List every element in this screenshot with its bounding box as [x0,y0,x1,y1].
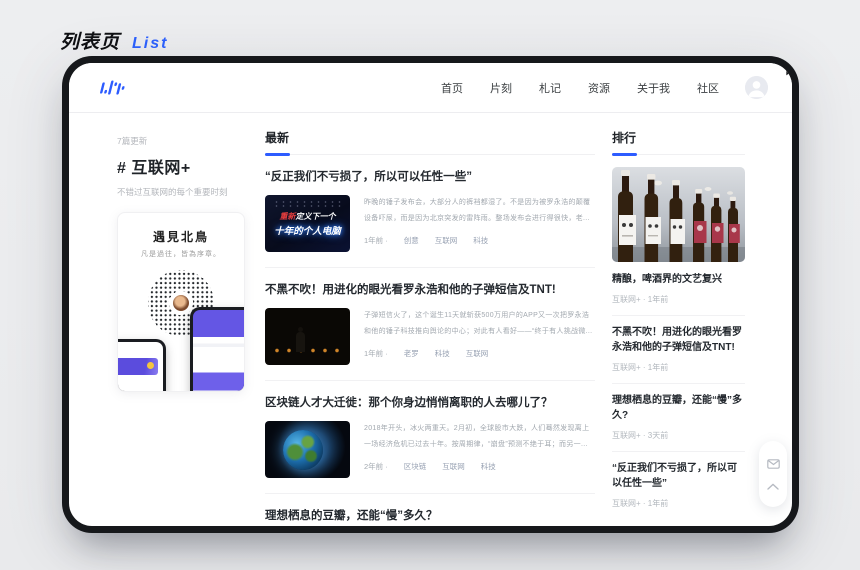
article-title[interactable]: 理想栖息的豆瓣，还能“慢”多久？ [265,507,595,523]
nav-item-community[interactable]: 社区 [697,80,719,96]
rank-item-title[interactable]: “反正我们不亏损了，所以可以任性一些” [612,461,745,492]
ranking-heading: 排行 [612,129,745,155]
article-item[interactable]: 理想栖息的豆瓣，还能“慢”多久？ 现如今小而美的应用不多了，网易云音乐算一个，豆… [265,494,595,526]
article-thumbnail[interactable] [265,308,350,365]
nav-item-home[interactable]: 首页 [441,80,463,96]
user-avatar[interactable] [745,76,768,99]
phone-mockup-right [190,307,245,392]
latest-heading: 最新 [265,129,595,155]
article-item[interactable]: 不黑不吹！用进化的眼光看罗永浩和他的子弹短信及TNT! 子弹短信火了，这个诞生1… [265,268,595,381]
webpage: 首页 片刻 札记 资源 关于我 社区 [69,63,792,526]
rank-item[interactable]: 精酿，啤酒界的文艺复兴 互联网+ · 1年前 [612,155,745,316]
article-tag[interactable]: 科技 [481,461,496,472]
rank-item[interactable]: 不黑不吹！用进化的眼光看罗永浩和他的子弹短信及TNT! 互联网+ · 1年前 [612,316,745,384]
article-tag[interactable]: 科技 [435,348,450,359]
rank-item-title[interactable]: 精酿，啤酒界的文艺复兴 [612,272,745,288]
article-thumbnail[interactable]: 重新定义下一个 十年的个人电脑 [265,195,350,252]
promo-card-subtitle: 凡是過往，皆為序章。 [118,249,244,259]
thumb-text-accent: 重新 [280,212,296,221]
article-meta: 2年前 · 区块链 互联网 科技 [364,461,595,472]
mail-icon[interactable] [767,459,780,469]
page-title: 列表页 List [60,27,168,54]
article-item[interactable]: 区块链人才大迁徙：那个你身边悄悄离职的人去哪儿了？ 2018年开头，冰火两重天。… [265,381,595,494]
topic-update-count: 7篇更新 [117,135,245,147]
rank-item-title[interactable]: 理想栖息的豆瓣，还能“慢”多久? [612,393,745,424]
article-tag[interactable]: 互联网 [442,461,465,472]
main-nav: 首页 片刻 札记 资源 关于我 社区 [441,80,719,96]
rank-item-meta: 互联网+ · 1年前 [612,362,745,373]
article-title[interactable]: “反正我们不亏损了，所以可以任性一些” [265,168,595,184]
latest-column: 最新 “反正我们不亏损了，所以可以任性一些” 重新定义下一个 十年的个人电脑 昨… [265,129,595,526]
article-time: 2年前 · [364,461,388,472]
article-tag[interactable]: 科技 [473,235,488,246]
rank-item-meta: 互联网+ · 3天前 [612,430,745,441]
ranking-accent-bar [612,153,637,156]
thumb-text-line2: 十年的个人电脑 [274,223,341,237]
chevron-up-icon[interactable] [767,483,779,490]
site-header: 首页 片刻 札记 资源 关于我 社区 [69,63,792,113]
page-title-zh: 列表页 [60,27,120,54]
article-tag[interactable]: 老罗 [404,348,419,359]
rank-item[interactable]: 理想栖息的豆瓣，还能“慢”多久? 互联网+ · 3天前 [612,384,745,452]
article-title[interactable]: 不黑不吹！用进化的眼光看罗永浩和他的子弹短信及TNT! [265,281,595,297]
qr-center-avatar [172,294,190,312]
wechat-promo-card[interactable]: 遇見北鳥 凡是過往，皆為序章。 [117,212,245,392]
nav-item-notes[interactable]: 札记 [539,80,561,96]
ranking-heading-text: 排行 [612,129,745,146]
phone-mockup-left [117,339,166,392]
browser-frame: 首页 片刻 札记 资源 关于我 社区 [62,56,799,533]
thumb-text: 定义下一个 [296,212,336,221]
latest-accent-bar [265,153,290,156]
nav-item-resources[interactable]: 资源 [588,80,610,96]
article-meta: 1年前 · 创意 互联网 科技 [364,235,595,246]
topic-subtitle: 不错过互联网的每个重要时刻 [117,186,245,200]
article-tag[interactable]: 互联网 [435,235,458,246]
page-title-en: List [132,35,168,53]
article-item[interactable]: “反正我们不亏损了，所以可以任性一些” 重新定义下一个 十年的个人电脑 昨晚的锤… [265,155,595,268]
rank-item-title[interactable]: 不黑不吹！用进化的眼光看罗永浩和他的子弹短信及TNT! [612,325,745,356]
article-tag[interactable]: 创意 [404,235,419,246]
waveform-logo-icon[interactable] [96,78,128,98]
article-title[interactable]: 区块链人才大迁徙：那个你身边悄悄离职的人去哪儿了？ [265,394,595,410]
article-time: 1年前 · [364,348,388,359]
rank-item[interactable]: “反正我们不亏损了，所以可以任性一些” 互联网+ · 1年前 [612,452,745,519]
article-excerpt: 2018年开头，冰火两重天。2月初，全球股市大跌，人们蓦然发现离上一场经济危机已… [364,421,595,453]
topic-sidebar: 7篇更新 # 互联网+ 不错过互联网的每个重要时刻 遇見北鳥 凡是過往，皆為序章… [117,131,245,392]
article-excerpt: 昨晚的锤子发布会，大部分人的裤裆都湿了。不是因为被罗永浩的颠覆设备吓尿，而是因为… [364,195,595,227]
rank-item-meta: 互联网+ · 1年前 [612,294,745,305]
design-canvas: 列表页 List 首页 片刻 [0,0,860,570]
article-tag[interactable]: 互联网 [466,348,489,359]
nav-item-about[interactable]: 关于我 [637,80,670,96]
cursor-icon [785,65,792,78]
article-excerpt: 子弹短信火了，这个诞生11天就斩获500万用户的APP又一次把罗永浩和他的锤子科… [364,308,595,340]
article-tag[interactable]: 区块链 [404,461,427,472]
floating-widget [759,441,787,507]
topic-title: # 互联网+ [117,154,245,178]
rank-item-meta: 互联网+ · 1年前 [612,498,745,509]
ranking-column: 排行 [612,129,745,526]
article-meta: 1年前 · 老罗 科技 互联网 [364,348,595,359]
promo-card-title: 遇見北鳥 [118,228,244,245]
beer-bottles-image[interactable] [612,167,745,262]
nav-item-moments[interactable]: 片刻 [490,80,512,96]
article-thumbnail[interactable] [265,421,350,478]
latest-heading-text: 最新 [265,129,595,146]
article-time: 1年前 · [364,235,388,246]
